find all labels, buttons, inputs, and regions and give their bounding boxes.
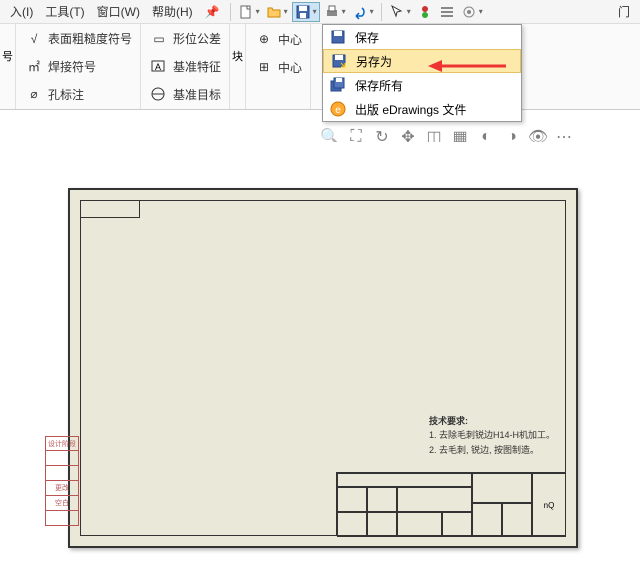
menu-item-label: 出版 eDrawings 文件: [355, 101, 466, 118]
hole-icon: ⌀: [24, 85, 44, 103]
menu-insert[interactable]: 入(I): [4, 1, 39, 22]
menu-item-label: 另存为: [356, 53, 392, 70]
rev-cell: 设计阶段: [45, 436, 79, 451]
ribbon-col-label: 号: [0, 24, 16, 109]
menu-window[interactable]: 窗口(W): [91, 1, 146, 22]
block-label: 块: [232, 28, 243, 64]
technical-notes: 技术要求: 1. 去除毛刺锐边H14-H机加工。 2. 去毛刺, 锐边, 按图制…: [429, 414, 555, 457]
datum-feature-button[interactable]: A基准特征: [149, 56, 221, 78]
open-button[interactable]: ▾: [264, 3, 290, 21]
sheet-border: 技术要求: 1. 去除毛刺锐边H14-H机加工。 2. 去毛刺, 锐边, 按图制…: [80, 200, 566, 536]
datum-icon: A: [149, 58, 169, 76]
center-icon: ⊞: [254, 58, 274, 76]
rev-cell: [45, 466, 79, 481]
note-line: 2. 去毛刺, 锐边, 按图制造。: [429, 443, 555, 457]
pin-icon[interactable]: 📌: [205, 5, 220, 19]
settings-icon[interactable]: ▾: [459, 3, 485, 21]
edrawings-icon: e: [329, 100, 347, 118]
title-block: nQ: [336, 472, 566, 536]
roughness-icon: √: [24, 30, 44, 48]
weld-icon: ㎡: [24, 58, 44, 76]
ribbon-col-2: ▭形位公差 A基准特征 基准目标: [141, 24, 230, 109]
svg-text:A: A: [155, 62, 161, 72]
save-icon: [329, 28, 347, 46]
ribbon: 号 √表面粗糙度符号 ㎡焊接符号 ⌀孔标注 ▭形位公差 A基准特征 基准目标 块…: [0, 24, 640, 110]
titleblock-label: nQ: [532, 473, 566, 537]
menu-right[interactable]: 门: [612, 1, 636, 22]
ribbon-col-3-label: 块: [230, 24, 246, 109]
datum-target-button[interactable]: 基准目标: [149, 83, 221, 105]
menu-item-saveall[interactable]: 保存所有: [323, 73, 521, 97]
menubar: 入(I) 工具(T) 窗口(W) 帮助(H) 📌 ▾ ▾ ▾ ▾ ▾ ▾ ▾ 门: [0, 0, 640, 24]
annotation-arrow: [428, 56, 508, 76]
center-icon: ⊕: [254, 30, 274, 48]
saveall-icon: [329, 76, 347, 94]
rev-cell: 空白: [45, 496, 79, 511]
geometric-tolerance-button[interactable]: ▭形位公差: [149, 28, 221, 50]
revision-block: 设计阶段 更改 空白: [45, 436, 79, 526]
ribbon-col-1: √表面粗糙度符号 ㎡焊接符号 ⌀孔标注: [16, 24, 141, 109]
print-button[interactable]: ▾: [322, 3, 348, 21]
select-button[interactable]: ▾: [387, 3, 413, 21]
undo-button[interactable]: ▾: [350, 3, 376, 21]
menu-item-save[interactable]: 保存: [323, 25, 521, 49]
traffic-icon[interactable]: [415, 3, 435, 21]
gtol-icon: ▭: [149, 30, 169, 48]
options-icon[interactable]: [437, 3, 457, 21]
note-line: 1. 去除毛刺锐边H14-H机加工。: [429, 428, 555, 442]
drawing-sheet: 技术要求: 1. 去除毛刺锐边H14-H机加工。 2. 去毛刺, 锐边, 按图制…: [68, 188, 578, 548]
separator: [230, 3, 231, 21]
ribbon-col-3: ⊕中心 ⊞中心: [246, 24, 311, 109]
corner-marker: [80, 200, 140, 218]
surface-roughness-button[interactable]: √表面粗糙度符号: [24, 28, 132, 50]
menu-help[interactable]: 帮助(H): [146, 1, 199, 22]
new-button[interactable]: ▾: [236, 3, 262, 21]
menu-item-label: 保存: [355, 29, 379, 46]
target-icon: [149, 85, 169, 103]
rev-cell: [45, 451, 79, 466]
menu-item-edrawings[interactable]: e 出版 eDrawings 文件: [323, 97, 521, 121]
weld-symbol-button[interactable]: ㎡焊接符号: [24, 56, 132, 78]
menu-tools[interactable]: 工具(T): [39, 1, 90, 22]
ribbon-label: 号: [2, 28, 13, 64]
rev-cell: [45, 511, 79, 526]
save-button[interactable]: ▾: [292, 2, 320, 22]
rev-cell: 更改: [45, 481, 79, 496]
centerline-button-2[interactable]: ⊞中心: [254, 56, 302, 78]
centerline-button-1[interactable]: ⊕中心: [254, 28, 302, 50]
separator: [381, 3, 382, 21]
notes-title: 技术要求:: [429, 414, 555, 428]
svg-text:e: e: [335, 105, 341, 116]
saveas-icon: [330, 52, 348, 70]
menu-item-label: 保存所有: [355, 77, 403, 94]
hole-callout-button[interactable]: ⌀孔标注: [24, 83, 132, 105]
drawing-canvas[interactable]: 技术要求: 1. 去除毛刺锐边H14-H机加工。 2. 去毛刺, 锐边, 按图制…: [0, 142, 640, 570]
